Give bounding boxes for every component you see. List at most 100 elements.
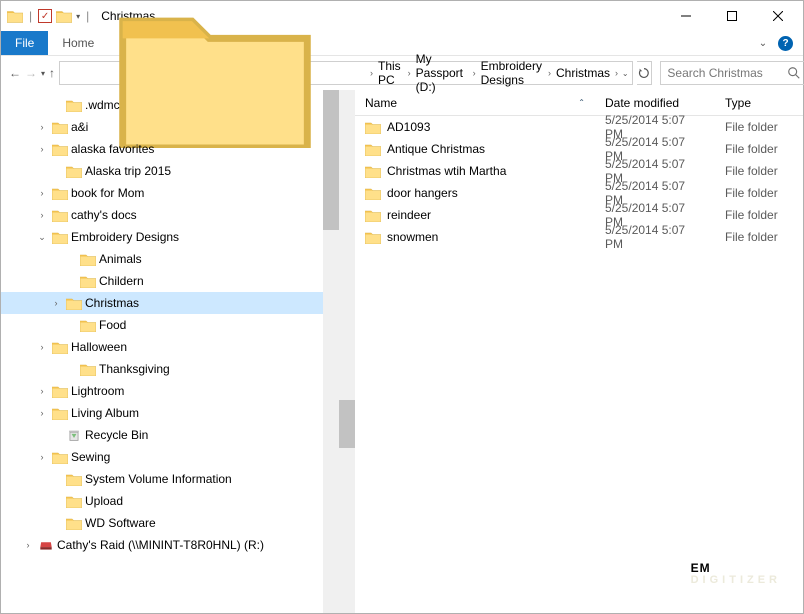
search-box[interactable] [660,61,804,85]
file-name: Antique Christmas [387,142,485,156]
search-input[interactable] [667,66,787,80]
up-button[interactable]: ↑ [49,61,55,85]
search-icon [787,66,801,80]
crumb-folder-2[interactable]: Christmas [553,62,613,84]
tree-item[interactable]: › cathy's docs [1,204,339,226]
tree-item[interactable]: Alaska trip 2015 [1,160,339,182]
list-item[interactable]: Antique Christmas5/25/2014 5:07 PMFile f… [355,138,803,160]
chevron-right-icon[interactable]: › [546,68,553,78]
tree-item[interactable]: ›Lightroom [1,380,339,402]
address-bar[interactable]: › This PC › My Passport (D:) › Embroider… [59,61,633,85]
tree-item[interactable]: ›book for Mom [1,182,339,204]
folder-icon [365,143,381,156]
folder-icon [51,184,69,202]
tree-item-label: Animals [99,252,142,266]
folder-icon [79,250,97,268]
expander-icon[interactable]: › [49,298,63,308]
tree-item-label: Food [99,318,126,332]
file-type: File folder [715,186,803,200]
address-history-button[interactable]: ⌄ [620,62,630,84]
forward-button[interactable]: → [25,61,37,85]
file-type: File folder [715,120,803,134]
folder-icon [365,187,381,200]
tree-item[interactable]: Thanksgiving [1,358,339,380]
tree-scroll-thumb[interactable] [323,90,339,230]
folder-icon [51,382,69,400]
list-item[interactable]: door hangers5/25/2014 5:07 PMFile folder [355,182,803,204]
list-item[interactable]: snowmen5/25/2014 5:07 PMFile folder [355,226,803,248]
tree-scrollbar[interactable] [323,90,339,613]
recent-locations-button[interactable]: ▾ [41,61,45,85]
tree-item[interactable]: ›Living Album [1,402,339,424]
column-type[interactable]: Type [715,96,803,110]
tree-item[interactable]: ›Cathy's Raid (\\MININT-T8R0HNL) (R:) [1,534,339,556]
file-type: File folder [715,208,803,222]
tree-item[interactable]: ⌄Embroidery Designs [1,226,339,248]
expander-icon[interactable]: › [35,144,49,154]
crumb-folder-1[interactable]: Embroidery Designs [478,62,546,84]
refresh-button[interactable] [637,61,652,85]
expander-icon[interactable]: › [35,188,49,198]
file-type: File folder [715,142,803,156]
tree-item-label: cathy's docs [71,208,137,222]
file-name: snowmen [387,230,438,244]
folder-icon [51,448,69,466]
qat-properties-icon[interactable]: ✓ [38,9,52,23]
expander-icon[interactable]: › [35,452,49,462]
close-button[interactable] [755,1,801,31]
navigation-tree[interactable]: .wdmc›a&i›alaska favoritesAlaska trip 20… [1,90,339,613]
crumb-drive[interactable]: My Passport (D:) [413,62,471,84]
window-folder-icon [7,8,23,24]
list-scroll-thumb[interactable] [339,400,355,448]
column-name[interactable]: Name⌃ [355,96,595,110]
folder-icon [65,162,83,180]
minimize-button[interactable] [663,1,709,31]
file-date: 5/25/2014 5:07 PM [595,223,715,251]
tab-file[interactable]: File [1,31,48,55]
expander-icon[interactable]: › [35,408,49,418]
chevron-right-icon[interactable]: › [471,68,478,78]
tree-item[interactable]: .wdmc [1,94,339,116]
chevron-right-icon[interactable]: › [368,68,375,78]
expander-icon[interactable]: › [21,540,35,550]
tree-item[interactable]: Food [1,314,339,336]
column-date[interactable]: Date modified [595,96,715,110]
tree-item[interactable]: ›Sewing [1,446,339,468]
list-scrollbar-left[interactable] [339,90,355,613]
list-item[interactable]: Christmas wtih Martha5/25/2014 5:07 PMFi… [355,160,803,182]
tree-item[interactable]: ›a&i [1,116,339,138]
tree-item[interactable]: WD Software [1,512,339,534]
tree-item[interactable]: System Volume Information [1,468,339,490]
list-item[interactable]: reindeer5/25/2014 5:07 PMFile folder [355,204,803,226]
tree-item[interactable]: › Halloween [1,336,339,358]
chevron-right-icon[interactable]: › [613,68,620,78]
tree-item[interactable]: Upload [1,490,339,512]
tree-item[interactable]: › Christmas [1,292,339,314]
back-button[interactable]: ← [9,61,21,85]
tree-item-label: .wdmc [85,98,120,112]
expander-icon[interactable]: › [35,386,49,396]
tree-item[interactable]: › alaska favorites [1,138,339,160]
list-item[interactable]: AD10935/25/2014 5:07 PMFile folder [355,116,803,138]
tree-item-label: Christmas [85,296,139,310]
tree-item[interactable]: Recycle Bin [1,424,339,446]
chevron-right-icon[interactable]: › [406,68,413,78]
maximize-button[interactable] [709,1,755,31]
tree-item-label: Halloween [71,340,127,354]
tree-item-label: WD Software [85,516,156,530]
expander-icon[interactable]: › [35,122,49,132]
file-list[interactable]: Name⌃ Date modified Type AD10935/25/2014… [355,90,803,613]
expander-icon[interactable]: › [35,210,49,220]
folder-icon [365,165,381,178]
tree-item[interactable]: Childern [1,270,339,292]
tree-item-label: Childern [99,274,144,288]
drive-icon [37,536,55,554]
tree-item[interactable]: Animals [1,248,339,270]
ribbon-expand-icon[interactable]: ⌄ [756,38,770,49]
expander-icon[interactable]: › [35,342,49,352]
tree-item-label: alaska favorites [71,142,154,156]
folder-icon [65,294,83,312]
crumb-this-pc[interactable]: This PC [375,62,406,84]
expander-icon[interactable]: ⌄ [35,232,49,243]
help-button[interactable]: ? [778,36,793,51]
